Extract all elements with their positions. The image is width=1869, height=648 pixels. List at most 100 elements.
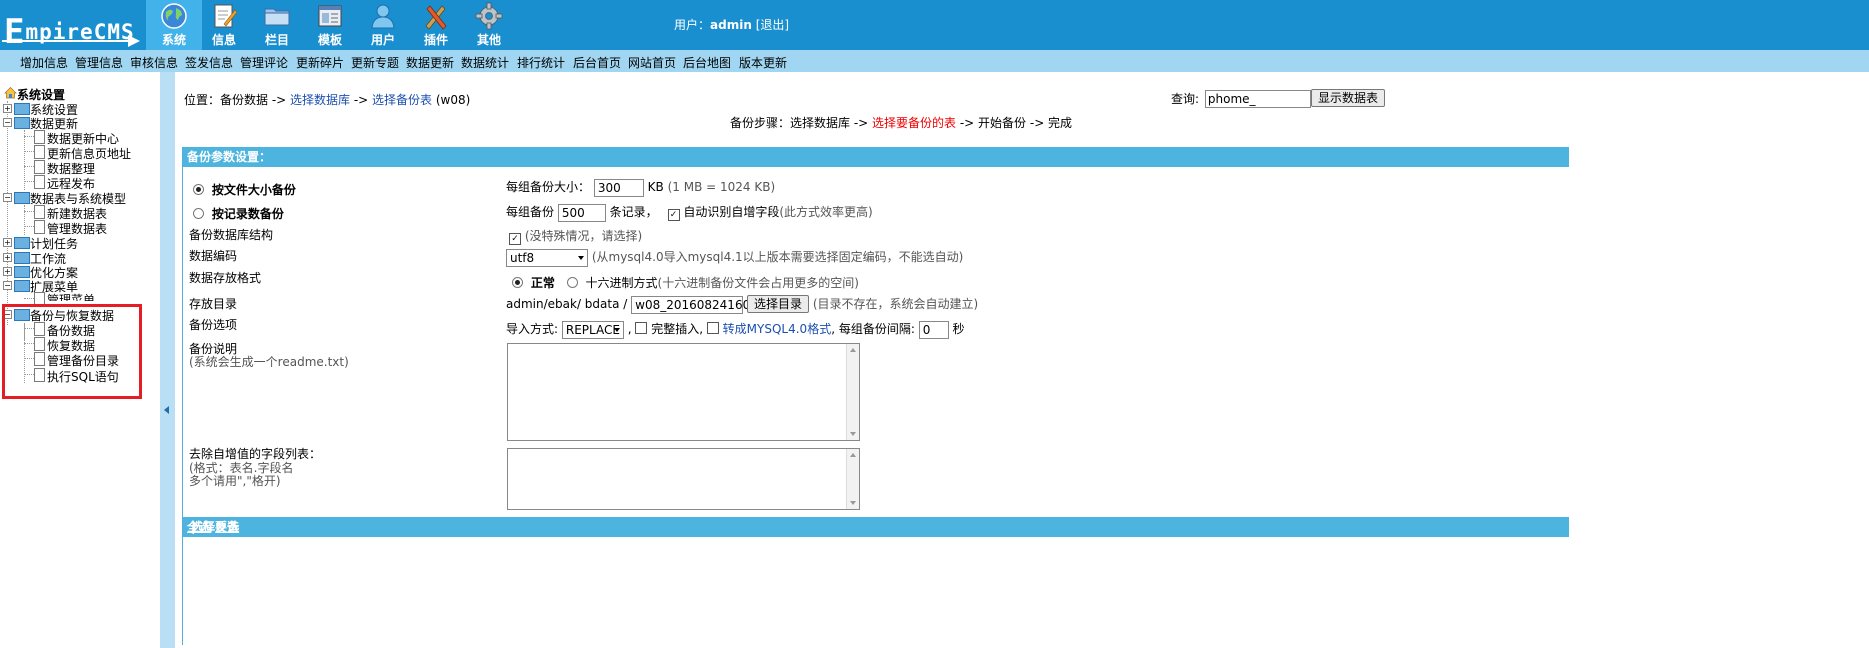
folder-icon — [14, 192, 30, 204]
user-icon — [371, 4, 395, 29]
crumb-select-table[interactable]: 选择备份表 — [372, 93, 432, 107]
breadcrumb: 位置：备份数据 -> 选择数据库 -> 选择备份表 (w08) — [184, 93, 471, 107]
row-encoding: utf8 (从mysql4.0导入mysql4.1以上版本需要选择固定编码，不能… — [506, 248, 963, 267]
crumb-select-database[interactable]: 选择数据库 — [290, 93, 350, 107]
subnav-admin-map[interactable]: 后台地图 — [683, 54, 731, 71]
user-info: 用户：admin [退出] — [674, 18, 790, 32]
row-size: 每组备份大小： 300 KB (1 MB = 1024 KB) — [506, 178, 776, 197]
nav-plugin[interactable]: 插件 — [408, 0, 464, 50]
label-struct: 备份数据库结构 — [189, 228, 274, 242]
chevron-down-icon — [578, 255, 584, 260]
desc-hint: (系统会生成一个readme.txt) — [189, 355, 349, 369]
label-encoding: 数据编码 — [189, 249, 238, 263]
backup-settings-panel: 备份参数设置： 按文件大小备份 按记录数备份 备份数据库结构 数据编码 数据存放… — [182, 147, 1569, 645]
scrollbar[interactable] — [846, 344, 859, 440]
row-format: 正常 十六进制方式(十六进制备份文件会占用更多的空间) — [512, 274, 859, 291]
nav-info[interactable]: 信息 — [196, 0, 252, 50]
subnav-update-fragments[interactable]: 更新碎片 — [296, 54, 344, 71]
show-tables-button[interactable]: 显示数据表 — [1311, 89, 1386, 107]
empirecms-logo: EmpireCMS — [0, 0, 148, 52]
backup-steps: 备份步骤：选择数据库 -> 选择要备份的表 -> 开始备份 -> 完成 — [730, 116, 1073, 130]
nav-system[interactable]: 系统 — [146, 0, 202, 50]
document-icon — [34, 205, 45, 219]
query-area: 查询: 显示数据表 — [1171, 89, 1386, 108]
subnav-manage-info[interactable]: 管理信息 — [75, 54, 123, 71]
tree-toggle-icon[interactable]: − — [3, 281, 12, 290]
folder-icon — [14, 252, 30, 264]
tree-toggle-icon[interactable]: + — [3, 238, 12, 247]
nav-column[interactable]: 栏目 — [249, 0, 305, 50]
subnav-sign-info[interactable]: 签发信息 — [185, 54, 233, 71]
sub-nav-bar: 增加信息 管理信息 审核信息 签发信息 管理评论 更新碎片 更新专题 数据更新 … — [0, 50, 1869, 72]
opt-by-records[interactable]: 按记录数备份 — [193, 205, 284, 222]
radio-by-size[interactable] — [193, 184, 204, 195]
autoinc-hint-2: 多个请用","格开) — [189, 474, 281, 488]
subnav-data-update[interactable]: 数据更新 — [406, 54, 454, 71]
current-step: 选择要备份的表 — [872, 116, 957, 130]
encoding-select[interactable]: utf8 — [506, 248, 588, 267]
subnav-manage-comments[interactable]: 管理评论 — [240, 54, 288, 71]
subnav-data-stats[interactable]: 数据统计 — [461, 54, 509, 71]
records-input[interactable]: 500 — [557, 203, 606, 222]
autoinc-checkbox[interactable]: ✓ — [667, 209, 680, 221]
subnav-update-topics[interactable]: 更新专题 — [351, 54, 399, 71]
radio-by-records[interactable] — [193, 208, 204, 219]
template-icon — [318, 5, 342, 27]
tree-toggle-icon[interactable]: + — [3, 253, 12, 262]
label-dir: 存放目录 — [189, 297, 238, 311]
folder-icon — [14, 280, 30, 292]
chevron-down-icon — [613, 327, 620, 332]
logout-link[interactable]: [退出] — [756, 18, 789, 32]
size-input[interactable]: 300 — [593, 178, 644, 197]
folder-icon — [14, 237, 30, 249]
document-icon — [34, 160, 45, 174]
tables-header: 选择要备份的表：( 全选 | 反选 ) — [183, 517, 1569, 574]
folder-icon — [14, 117, 30, 129]
full-insert-checkbox[interactable] — [635, 322, 648, 334]
row-records: 每组备份 500 条记录， ✓ 自动识别自增字段(此方式效率更高) — [506, 203, 873, 222]
radio-format-normal[interactable] — [512, 277, 523, 288]
subnav-version-update[interactable]: 版本更新 — [739, 54, 787, 71]
dir-input[interactable]: w08_2016082416065 — [631, 295, 765, 314]
document-icon — [34, 130, 45, 144]
main-content: 位置：备份数据 -> 选择数据库 -> 选择备份表 (w08) 查询: 显示数据… — [175, 72, 1869, 648]
struct-checkbox[interactable]: ✓ — [509, 233, 521, 245]
row-options: 导入方式: REPLACE , 完整插入, 转成MYSQL4.0格式, 每组备份… — [506, 320, 965, 339]
interval-input[interactable]: 0 — [918, 320, 949, 339]
sidebar-splitter[interactable] — [160, 72, 175, 648]
subnav-admin-home[interactable]: 后台首页 — [573, 54, 621, 71]
folder-icon — [14, 266, 30, 278]
document-icon — [34, 220, 45, 234]
tree-toggle-icon[interactable]: − — [3, 193, 12, 202]
row-dir: admin/ebak/ bdata / w08_2016082416065 选择… — [506, 295, 979, 314]
query-input[interactable] — [1204, 90, 1311, 108]
document-icon — [34, 175, 45, 189]
tree-toggle-icon[interactable]: − — [3, 118, 12, 127]
highlight-box — [2, 304, 142, 399]
folder-icon — [14, 103, 30, 115]
nav-user[interactable]: 用户 — [355, 0, 411, 50]
select-dir-button[interactable]: 选择目录 — [746, 295, 809, 313]
top-bar: EmpireCMS 系统 信息 栏目 模板 用户 插件 其他 用户：admin … — [0, 0, 1869, 52]
subnav-rank-stats[interactable]: 排行统计 — [517, 54, 565, 71]
gear-icon — [475, 2, 503, 30]
subnav-review-info[interactable]: 审核信息 — [130, 54, 178, 71]
tools-icon — [425, 5, 447, 30]
import-mode-select[interactable]: REPLACE — [561, 320, 624, 339]
radio-format-hex[interactable] — [566, 277, 578, 288]
collapse-arrow-icon[interactable] — [164, 406, 169, 414]
nav-template[interactable]: 模板 — [302, 0, 358, 50]
folder-icon — [264, 8, 290, 26]
backup-description-textarea[interactable] — [507, 343, 860, 441]
scrollbar[interactable] — [846, 449, 859, 509]
panel-header: 备份参数设置： — [183, 147, 1569, 167]
tree-toggle-icon[interactable]: + — [3, 267, 12, 276]
autoinc-fields-textarea[interactable] — [507, 448, 860, 510]
nav-other[interactable]: 其他 — [461, 0, 517, 50]
tree-item-manage-menu[interactable]: 管理菜单 — [47, 291, 95, 301]
subnav-add-info[interactable]: 增加信息 — [20, 54, 68, 71]
subnav-site-home[interactable]: 网站首页 — [628, 54, 676, 71]
mysql40-checkbox[interactable] — [706, 322, 719, 334]
tree-toggle-icon[interactable]: + — [3, 104, 12, 113]
opt-by-size[interactable]: 按文件大小备份 — [193, 181, 296, 198]
